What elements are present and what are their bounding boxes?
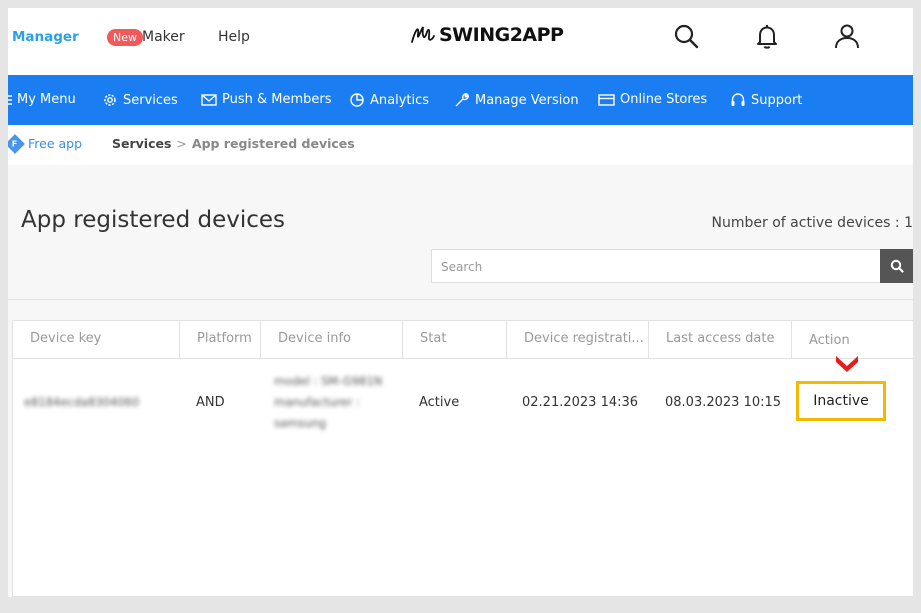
breadcrumb-services[interactable]: Services	[112, 136, 171, 151]
column-header[interactable]: Last access date	[649, 321, 792, 359]
registration-date-cell: 02.21.2023 14:36	[522, 395, 639, 410]
divider	[8, 299, 913, 300]
inactive-button[interactable]: Inactive	[796, 381, 886, 421]
active-devices-count: Number of active devices : 1	[711, 215, 913, 231]
card-icon	[598, 93, 615, 106]
help-link[interactable]: Help	[218, 29, 250, 45]
breadcrumb-path: Services > App registered devices	[112, 136, 355, 151]
nav-label: Services	[123, 92, 178, 108]
breadcrumb: F Free app Services > App registered devic…	[8, 125, 913, 165]
platform-cell: AND	[196, 395, 225, 410]
column-header[interactable]: Stat	[403, 321, 507, 359]
breadcrumb-current: App registered devices	[191, 136, 355, 151]
breadcrumb-separator: >	[176, 136, 187, 151]
nav-label: Support	[751, 92, 803, 108]
device-key-cell: e8184ecda8304060	[24, 395, 140, 409]
nav-support[interactable]: Support	[730, 92, 802, 108]
nav-label: Online Stores	[620, 92, 708, 107]
nav-label: Push & Members	[222, 92, 332, 107]
stat-cell: Active	[419, 395, 460, 410]
main-content: App registered devices Number of active …	[8, 165, 913, 597]
arrow-down-icon	[836, 356, 858, 372]
logo-mark-icon	[411, 26, 435, 43]
headset-icon	[731, 93, 745, 106]
swing2app-logo[interactable]: SWING2APP	[410, 24, 564, 46]
column-header[interactable]: Device key	[13, 321, 180, 359]
column-header[interactable]: Platform	[180, 321, 261, 359]
nav-manage-version[interactable]: Manage Version	[454, 92, 579, 108]
nav-push-members[interactable]: Push & Members	[201, 92, 332, 107]
search-input[interactable]: Search	[431, 249, 881, 283]
nav-label: Manage Version	[475, 92, 579, 108]
search-icon[interactable]	[672, 22, 700, 50]
nav-services[interactable]: Services	[102, 92, 178, 108]
page-title: App registered devices	[21, 207, 286, 233]
free-app-selector[interactable]: F Free app	[8, 133, 83, 154]
menu-icon	[8, 94, 12, 105]
gear-icon	[104, 94, 116, 106]
nav-online-stores[interactable]: Online Stores	[598, 92, 707, 107]
top-bar: Manager New Maker Help SWING2APP	[8, 8, 913, 75]
search-button[interactable]	[880, 249, 913, 283]
column-header: Action	[809, 333, 850, 348]
main-nav: My Menu Services Push & Members Analytic…	[8, 75, 913, 125]
search-icon	[890, 259, 904, 273]
wrench-icon	[455, 93, 469, 107]
nav-my-menu[interactable]: My Menu	[8, 92, 76, 107]
free-app-label: Free app	[28, 136, 83, 151]
logo-text: SWING2APP	[439, 24, 564, 46]
manager-link[interactable]: Manager	[12, 29, 79, 45]
nav-label: My Menu	[17, 92, 76, 107]
table-header: Device key Platform Device info Stat Dev…	[13, 321, 913, 359]
nav-analytics[interactable]: Analytics	[349, 92, 429, 108]
new-badge: New	[107, 29, 143, 46]
user-icon[interactable]	[833, 22, 861, 50]
app-badge-icon: F	[8, 133, 25, 154]
mail-icon	[201, 93, 217, 106]
bell-icon[interactable]	[753, 22, 781, 50]
device-info-cell: model : SM-G981N manufacturer : samsung	[274, 374, 383, 430]
column-header[interactable]: Device registrati...	[507, 321, 649, 359]
column-header[interactable]: Device info	[261, 321, 403, 359]
maker-link[interactable]: Maker	[142, 29, 185, 45]
pie-chart-icon	[350, 93, 364, 107]
devices-table: Device key Platform Device info Stat Dev…	[12, 320, 913, 597]
app-window: Manager New Maker Help SWING2APP My Menu	[8, 8, 913, 597]
nav-label: Analytics	[370, 92, 430, 108]
last-access-cell: 08.03.2023 10:15	[665, 395, 782, 410]
